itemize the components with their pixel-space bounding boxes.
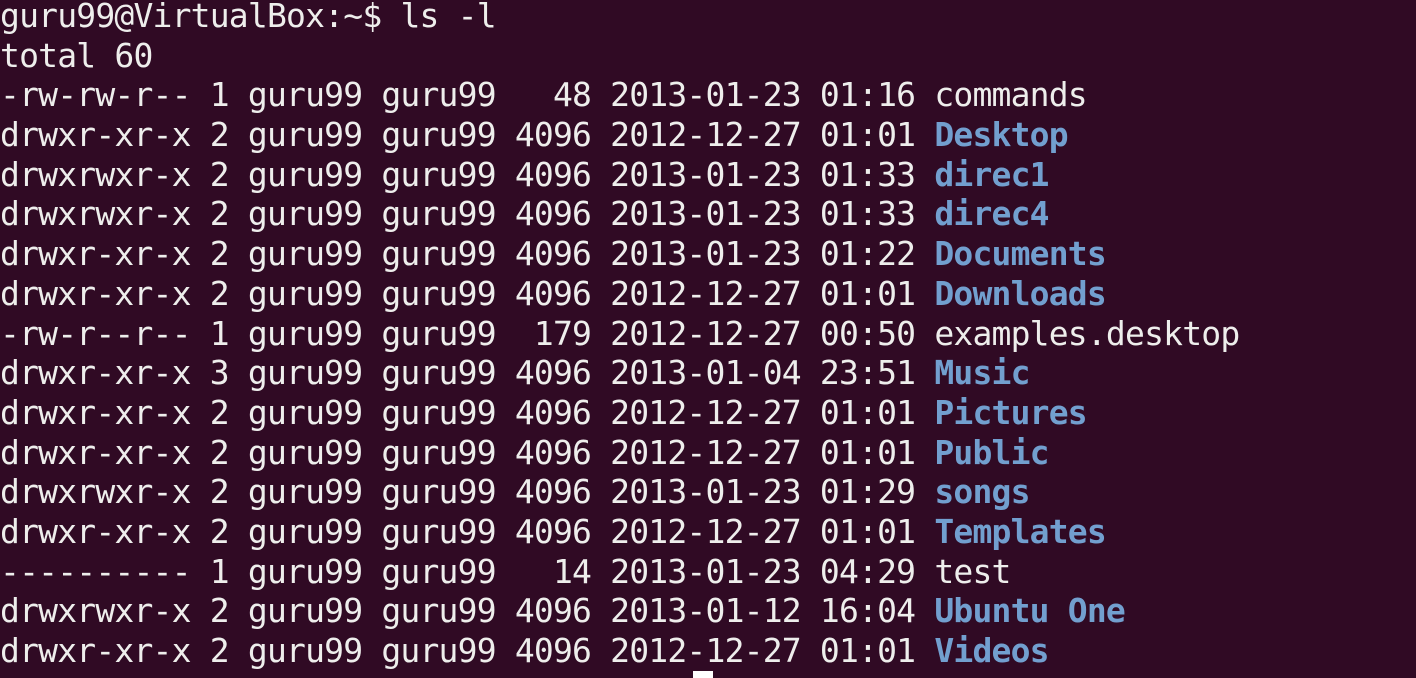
listing-row: -rw-rw-r-- 1 guru99 guru99 48 2013-01-23… bbox=[0, 75, 1416, 115]
listing-row: drwxr-xr-x 2 guru99 guru99 4096 2013-01-… bbox=[0, 234, 1416, 274]
listing-row-meta: drwxrwxr-x 2 guru99 guru99 4096 2013-01-… bbox=[0, 194, 935, 234]
listing-row: drwxrwxr-x 2 guru99 guru99 4096 2013-01-… bbox=[0, 472, 1416, 512]
directory-name: Documents bbox=[934, 234, 1106, 274]
listing-row-meta: drwxr-xr-x 2 guru99 guru99 4096 2012-12-… bbox=[0, 511, 935, 551]
prompt-symbol: $ bbox=[362, 0, 382, 35]
prompt-path: ~ bbox=[343, 0, 363, 35]
terminal-window[interactable]: guru99@VirtualBox:~$ ls -l total 60 -rw-… bbox=[0, 0, 1416, 678]
listing-row: drwxr-xr-x 2 guru99 guru99 4096 2012-12-… bbox=[0, 631, 1416, 671]
listing-row-meta: -rw-rw-r-- 1 guru99 guru99 48 2013-01-23… bbox=[0, 75, 935, 115]
listing-row-meta: -rw-r--r-- 1 guru99 guru99 179 2012-12-2… bbox=[0, 313, 935, 353]
file-name: commands bbox=[934, 75, 1087, 115]
directory-name: Ubuntu One bbox=[934, 591, 1126, 631]
listing-row-meta: drwxr-xr-x 2 guru99 guru99 4096 2012-12-… bbox=[0, 273, 935, 313]
listing-row-meta: drwxr-xr-x 2 guru99 guru99 4096 2012-12-… bbox=[0, 392, 935, 432]
directory-name: Music bbox=[934, 353, 1030, 393]
listing-row-meta: drwxrwxr-x 2 guru99 guru99 4096 2013-01-… bbox=[0, 154, 935, 194]
listing-row-meta: drwxr-xr-x 2 guru99 guru99 4096 2012-12-… bbox=[0, 432, 935, 472]
listing-row: drwxr-xr-x 2 guru99 guru99 4096 2012-12-… bbox=[0, 433, 1416, 473]
directory-name: songs bbox=[934, 472, 1030, 512]
listing-row: drwxr-xr-x 2 guru99 guru99 4096 2012-12-… bbox=[0, 274, 1416, 314]
listing-row: drwxr-xr-x 2 guru99 guru99 4096 2012-12-… bbox=[0, 115, 1416, 155]
prompt-user-host: guru99@VirtualBox bbox=[0, 0, 325, 35]
directory-name: Templates bbox=[934, 511, 1106, 551]
listing-row-meta: drwxrwxr-x 2 guru99 guru99 4096 2013-01-… bbox=[0, 472, 935, 512]
listing-row-meta: ---------- 1 guru99 guru99 14 2013-01-23… bbox=[0, 551, 935, 591]
listing-row: -rw-r--r-- 1 guru99 guru99 179 2012-12-2… bbox=[0, 314, 1416, 354]
directory-name: Pictures bbox=[934, 392, 1087, 432]
directory-name: Public bbox=[934, 432, 1049, 472]
listing-row: ---------- 1 guru99 guru99 14 2013-01-23… bbox=[0, 552, 1416, 592]
listing-row-meta: drwxrwxr-x 2 guru99 guru99 4096 2013-01-… bbox=[0, 591, 935, 631]
prompt-line: guru99@VirtualBox:~$ ls -l bbox=[0, 0, 1416, 36]
prompt-command: ls -l bbox=[400, 0, 496, 35]
listing-row-meta: drwxr-xr-x 3 guru99 guru99 4096 2013-01-… bbox=[0, 353, 935, 393]
directory-name: direc4 bbox=[934, 194, 1049, 234]
listing-row-meta: drwxr-xr-x 2 guru99 guru99 4096 2012-12-… bbox=[0, 115, 935, 155]
listing-row: drwxr-xr-x 2 guru99 guru99 4096 2012-12-… bbox=[0, 393, 1416, 433]
directory-name: Desktop bbox=[934, 115, 1068, 155]
total-line: total 60 bbox=[0, 35, 153, 75]
file-name: examples.desktop bbox=[934, 313, 1240, 353]
file-name: test bbox=[934, 551, 1011, 591]
listing-row: drwxrwxr-x 2 guru99 guru99 4096 2013-01-… bbox=[0, 155, 1416, 195]
text-cursor bbox=[693, 671, 713, 678]
listing-row-meta: drwxr-xr-x 2 guru99 guru99 4096 2012-12-… bbox=[0, 631, 935, 670]
directory-name: Downloads bbox=[934, 273, 1106, 313]
directory-listing: -rw-rw-r-- 1 guru99 guru99 48 2013-01-23… bbox=[0, 75, 1416, 674]
listing-row: drwxrwxr-x 2 guru99 guru99 4096 2013-01-… bbox=[0, 194, 1416, 234]
directory-name: Videos bbox=[934, 631, 1049, 670]
listing-row: drwxrwxr-x 2 guru99 guru99 4096 2013-01-… bbox=[0, 591, 1416, 631]
listing-row: drwxr-xr-x 3 guru99 guru99 4096 2013-01-… bbox=[0, 353, 1416, 393]
listing-row-meta: drwxr-xr-x 2 guru99 guru99 4096 2013-01-… bbox=[0, 234, 935, 274]
listing-row: drwxr-xr-x 2 guru99 guru99 4096 2012-12-… bbox=[0, 512, 1416, 552]
directory-name: direc1 bbox=[934, 154, 1049, 194]
